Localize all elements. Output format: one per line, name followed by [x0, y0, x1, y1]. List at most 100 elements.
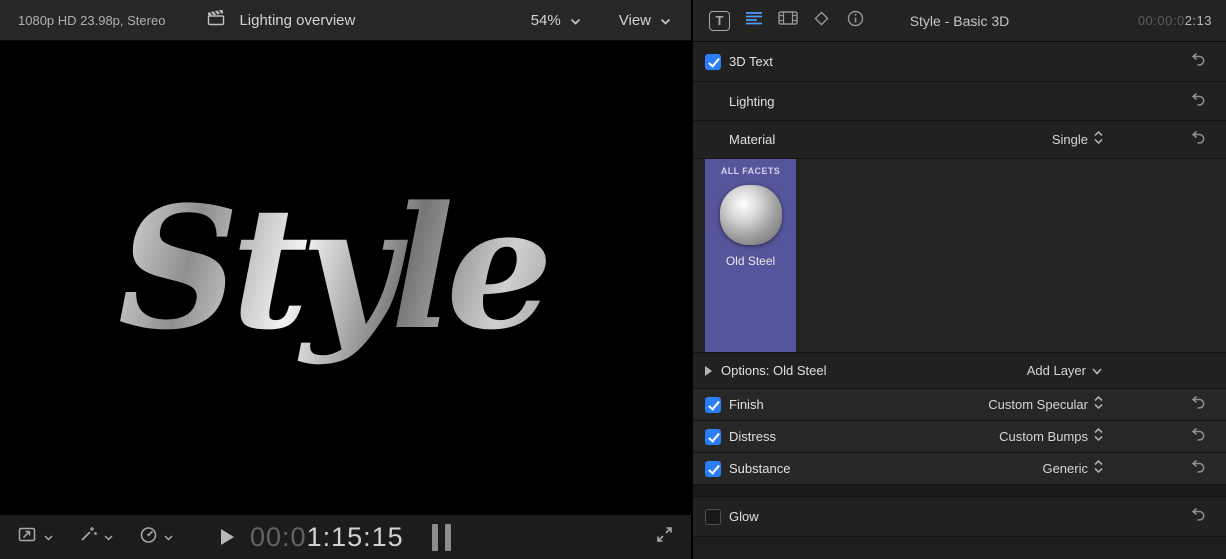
tab-format[interactable]	[741, 10, 766, 32]
timecode-display[interactable]: 00:01:15:15	[250, 522, 404, 553]
finish-label: Finish	[729, 397, 764, 412]
inspector-timecode-dim: 00:00:0	[1138, 13, 1185, 28]
chevron-down-icon	[164, 528, 173, 546]
material-label: Material	[729, 132, 775, 147]
options-label: Options: Old Steel	[721, 363, 827, 378]
tab-text[interactable]: T	[707, 10, 732, 32]
substance-checkbox[interactable]	[705, 461, 721, 477]
viewer-toolbar-right: 54% View	[531, 12, 671, 29]
chevron-down-icon	[1092, 362, 1102, 380]
finish-reset-button[interactable]	[1191, 395, 1206, 414]
timecode-bright: 1:15:15	[307, 522, 404, 552]
3d-text-label: 3D Text	[729, 54, 773, 69]
shape-tab-icon	[813, 10, 830, 32]
chevron-down-icon	[44, 528, 53, 546]
format-tab-icon	[745, 11, 763, 30]
inspector-title: Style - Basic 3D	[910, 13, 1010, 29]
disclosure-triangle-icon[interactable]	[705, 366, 712, 376]
material-swatch-old-steel[interactable]: ALL FACETS Old Steel	[705, 159, 796, 352]
video-tab-icon	[778, 11, 798, 30]
retime-popup-icon	[139, 526, 158, 548]
tools-popup-icon	[79, 526, 98, 548]
timecode-dim: 00:0	[250, 522, 307, 552]
material-well: ALL FACETS Old Steel	[693, 159, 1226, 353]
3d-text-reset-button[interactable]	[1191, 52, 1206, 71]
inspector-timecode-bright: 2:13	[1185, 13, 1212, 28]
tools-popup-button[interactable]	[79, 526, 113, 548]
distress-popup[interactable]: Custom Bumps	[999, 428, 1103, 446]
material-popup[interactable]: Single	[1052, 131, 1103, 149]
lighting-label: Lighting	[729, 94, 775, 109]
glow-checkbox[interactable]	[705, 509, 721, 525]
retime-popup-button[interactable]	[139, 526, 173, 548]
reset-icon	[1191, 427, 1206, 446]
viewer-canvas: Style	[0, 42, 691, 514]
transport-bar: 00:01:15:15	[0, 514, 691, 559]
material-value: Single	[1052, 132, 1088, 147]
substance-popup[interactable]: Generic	[1042, 460, 1103, 478]
tab-shape[interactable]	[809, 10, 834, 32]
chevron-down-icon	[104, 528, 113, 546]
view-dropdown[interactable]: View	[619, 12, 671, 29]
reset-icon	[1191, 459, 1206, 478]
scrubber-bar	[445, 524, 451, 551]
finish-checkbox[interactable]	[705, 397, 721, 413]
reset-icon	[1191, 395, 1206, 414]
expand-icon	[656, 526, 673, 548]
row-glow: Glow	[693, 497, 1226, 537]
zoom-dropdown[interactable]: 54%	[531, 12, 581, 29]
substance-reset-button[interactable]	[1191, 459, 1206, 478]
row-3d-text: 3D Text	[693, 42, 1226, 82]
zoom-value: 54%	[531, 12, 561, 29]
scrubber-marks[interactable]	[432, 524, 451, 551]
chevron-down-icon	[570, 12, 581, 29]
reset-icon	[1191, 507, 1206, 526]
row-lighting: Lighting	[693, 82, 1226, 121]
play-button[interactable]	[221, 529, 234, 545]
section-divider	[693, 485, 1226, 497]
finish-popup[interactable]: Custom Specular	[988, 396, 1103, 414]
info-tab-icon	[847, 10, 864, 32]
add-layer-button[interactable]: Add Layer	[1027, 362, 1102, 380]
reset-icon	[1191, 52, 1206, 71]
distress-label: Distress	[729, 429, 776, 444]
distress-value: Custom Bumps	[999, 429, 1088, 444]
format-info: 1080p HD 23.98p, Stereo	[18, 13, 165, 28]
expand-button[interactable]	[656, 526, 673, 548]
inspector-tabs: T	[707, 10, 868, 32]
distress-reset-button[interactable]	[1191, 427, 1206, 446]
material-reset-button[interactable]	[1191, 130, 1206, 149]
row-finish: Finish Custom Specular	[693, 389, 1226, 421]
substance-value: Generic	[1042, 461, 1088, 476]
row-substance: Substance Generic	[693, 453, 1226, 485]
project-title: Lighting overview	[239, 12, 355, 29]
clapperboard-icon	[207, 10, 226, 31]
text-tab-icon: T	[709, 11, 730, 31]
reset-icon	[1191, 130, 1206, 149]
tab-video[interactable]	[775, 10, 800, 32]
material-swatch-name: Old Steel	[726, 254, 775, 268]
glow-reset-button[interactable]	[1191, 507, 1206, 526]
substance-label: Substance	[729, 461, 790, 476]
reset-icon	[1191, 92, 1206, 111]
distress-checkbox[interactable]	[705, 429, 721, 445]
inspector-pane: T	[691, 0, 1226, 559]
row-distress: Distress Custom Bumps	[693, 421, 1226, 453]
project-title-group: Lighting overview	[207, 10, 355, 31]
scrubber-bar	[432, 524, 438, 551]
inspector-header: T	[693, 0, 1226, 42]
finish-value: Custom Specular	[988, 397, 1088, 412]
view-label: View	[619, 12, 651, 29]
3d-text-checkbox[interactable]	[705, 54, 721, 70]
tab-info[interactable]	[843, 10, 868, 32]
transform-tool-icon	[18, 526, 38, 548]
canvas-3d-text: Style	[118, 184, 573, 372]
facets-label: ALL FACETS	[721, 166, 780, 176]
lighting-reset-button[interactable]	[1191, 92, 1206, 111]
material-sphere-preview	[720, 185, 782, 245]
updown-chevrons-icon	[1094, 460, 1103, 478]
viewer-toolbar: 1080p HD 23.98p, Stereo Lighting overvie…	[0, 0, 691, 41]
viewer-pane: 1080p HD 23.98p, Stereo Lighting overvie…	[0, 0, 691, 559]
transform-tool-button[interactable]	[18, 526, 53, 548]
updown-chevrons-icon	[1094, 131, 1103, 149]
